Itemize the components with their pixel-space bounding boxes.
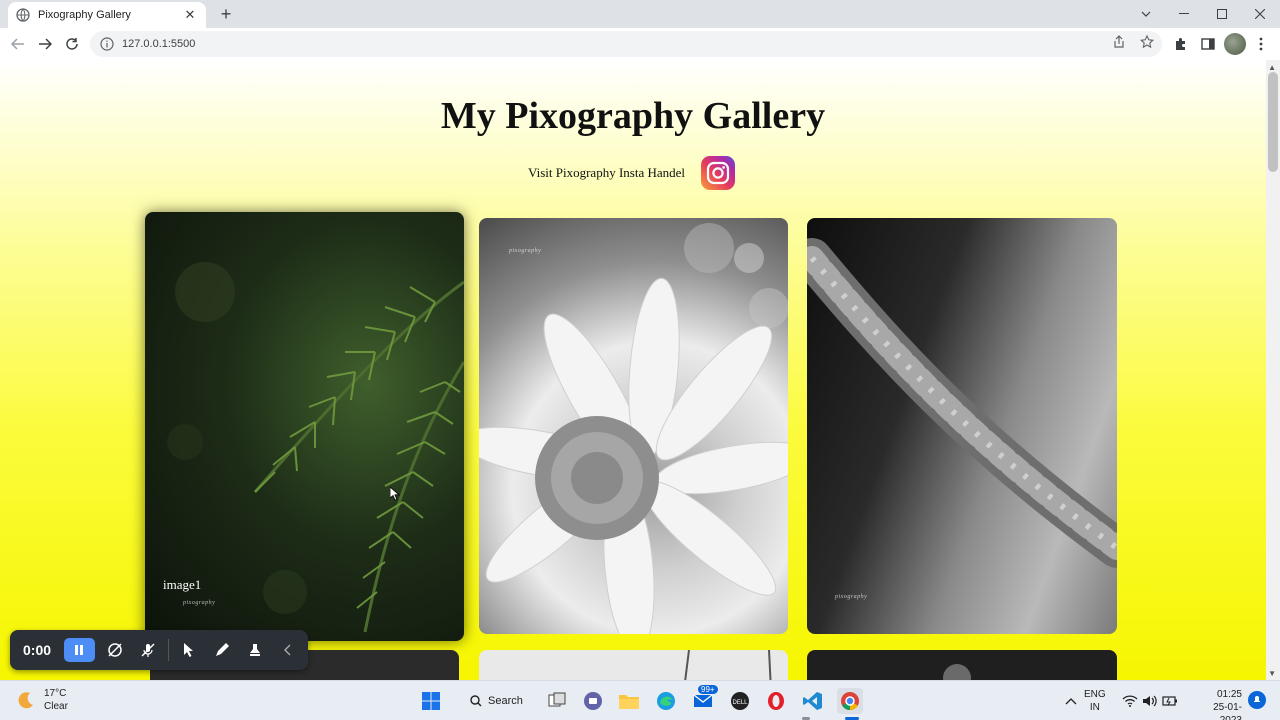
tab-title: Pixography Gallery xyxy=(38,9,131,21)
region-code: IN xyxy=(1089,702,1100,713)
close-window-icon[interactable] xyxy=(1241,0,1279,28)
globe-icon xyxy=(16,8,30,22)
address-bar[interactable]: 127.0.0.1:5500 xyxy=(90,31,1162,57)
pen-tool-icon[interactable] xyxy=(210,637,235,663)
scroll-down-arrow-icon[interactable]: ▼ xyxy=(1268,669,1276,678)
forward-arrow-icon[interactable] xyxy=(33,32,57,56)
photo-fragment xyxy=(943,664,971,680)
language-indicator[interactable]: ENG IN xyxy=(1084,688,1106,714)
pause-recording-button[interactable] xyxy=(64,638,95,662)
image-caption: image1 xyxy=(163,577,202,592)
more-menu-icon[interactable] xyxy=(1250,33,1272,55)
edge-browser-icon[interactable] xyxy=(653,688,679,714)
close-tab-icon[interactable]: ✕ xyxy=(182,7,198,23)
maximize-window-icon[interactable] xyxy=(1203,0,1241,28)
insta-link-row: Visit Pixography Insta Handel xyxy=(528,156,736,190)
gallery-image-5[interactable] xyxy=(479,650,788,680)
photo-fragment xyxy=(684,650,772,680)
gallery-image-3[interactable]: pixography xyxy=(807,218,1117,634)
weather-description: Clear xyxy=(44,701,68,712)
clock-date: 25-01-2023 xyxy=(1213,702,1242,720)
collapse-chevron-icon[interactable] xyxy=(275,637,300,663)
camera-off-icon[interactable] xyxy=(103,637,128,663)
photo-watermark: pixography xyxy=(509,248,542,254)
site-info-icon[interactable] xyxy=(100,37,114,51)
rope-photo xyxy=(807,238,1117,568)
scroll-up-arrow-icon[interactable]: ▲ xyxy=(1268,63,1276,72)
toolbar-divider xyxy=(168,639,169,661)
browser-tab[interactable]: Pixography Gallery ✕ xyxy=(8,2,206,28)
instagram-icon[interactable] xyxy=(701,156,736,190)
clock-time: 01:25 xyxy=(1216,689,1242,700)
teams-chat-icon[interactable] xyxy=(580,688,606,714)
page-scrollbar[interactable]: ▲ ▼ xyxy=(1266,60,1280,680)
scrollbar-thumb[interactable] xyxy=(1268,72,1278,172)
battery-icon[interactable] xyxy=(1157,688,1183,714)
gallery-image-6[interactable] xyxy=(807,650,1117,680)
search-icon xyxy=(470,695,482,707)
browser-tab-strip: Pixography Gallery ✕ + xyxy=(0,0,1280,28)
microphone-off-icon[interactable] xyxy=(135,637,160,663)
system-clock[interactable]: 01:25 25-01-2023 xyxy=(1200,688,1242,720)
share-icon[interactable] xyxy=(1112,34,1126,54)
moon-icon xyxy=(18,692,33,709)
windows-start-icon[interactable] xyxy=(418,688,444,714)
recording-timer: 0:00 xyxy=(23,642,52,658)
new-tab-button[interactable]: + xyxy=(216,4,236,24)
notification-icon[interactable] xyxy=(1248,691,1266,709)
gallery-image-2[interactable]: pixography xyxy=(479,218,788,634)
daisy-photo xyxy=(479,223,788,634)
task-view-icon[interactable] xyxy=(544,688,570,714)
weather-widget[interactable]: 17°C Clear xyxy=(16,687,68,713)
show-hidden-icons-chevron-icon[interactable] xyxy=(1058,688,1084,714)
extensions-puzzle-icon[interactable] xyxy=(1170,33,1192,55)
screen-recorder-toolbar: 0:00 xyxy=(10,630,308,670)
page-title: My Pixography Gallery xyxy=(440,95,826,137)
back-arrow-icon[interactable] xyxy=(6,32,30,56)
weather-temperature: 17°C xyxy=(44,688,67,699)
mail-notification-badge: 99+ xyxy=(698,685,718,694)
svg-text:DELL: DELL xyxy=(732,700,748,706)
taskbar-search[interactable]: Search xyxy=(456,687,536,715)
dell-icon[interactable]: DELL xyxy=(727,688,753,714)
eraser-tool-icon[interactable] xyxy=(243,637,268,663)
pointer-tool-icon[interactable] xyxy=(177,637,202,663)
photo-watermark: pixography xyxy=(835,594,868,600)
reload-icon[interactable] xyxy=(60,32,84,56)
url-text: 127.0.0.1:5500 xyxy=(122,38,196,50)
photo-watermark: pixography xyxy=(183,600,216,606)
insta-link-text: Visit Pixography Insta Handel xyxy=(528,165,686,180)
windows-taskbar: 17°C Clear Search 99+ DELL ENG IN 01:25 … xyxy=(0,680,1280,720)
vscode-icon[interactable] xyxy=(800,688,826,714)
minimize-window-icon[interactable] xyxy=(1165,0,1203,28)
bookmark-star-icon[interactable] xyxy=(1139,34,1155,54)
search-label: Search xyxy=(488,695,523,707)
language-code: ENG xyxy=(1084,689,1106,700)
chrome-browser-icon[interactable] xyxy=(837,688,863,714)
opera-browser-icon[interactable] xyxy=(763,688,789,714)
page-viewport: My Pixography Gallery Visit Pixography I… xyxy=(0,60,1280,680)
side-panel-icon[interactable] xyxy=(1197,33,1219,55)
browser-toolbar: 127.0.0.1:5500 xyxy=(0,28,1280,60)
file-explorer-icon[interactable] xyxy=(616,688,642,714)
mouse-cursor-icon xyxy=(390,487,400,501)
gallery-image-1[interactable]: image1 pixography xyxy=(145,212,464,641)
profile-avatar[interactable] xyxy=(1224,33,1246,55)
tab-search-chevron-icon[interactable] xyxy=(1127,0,1165,28)
